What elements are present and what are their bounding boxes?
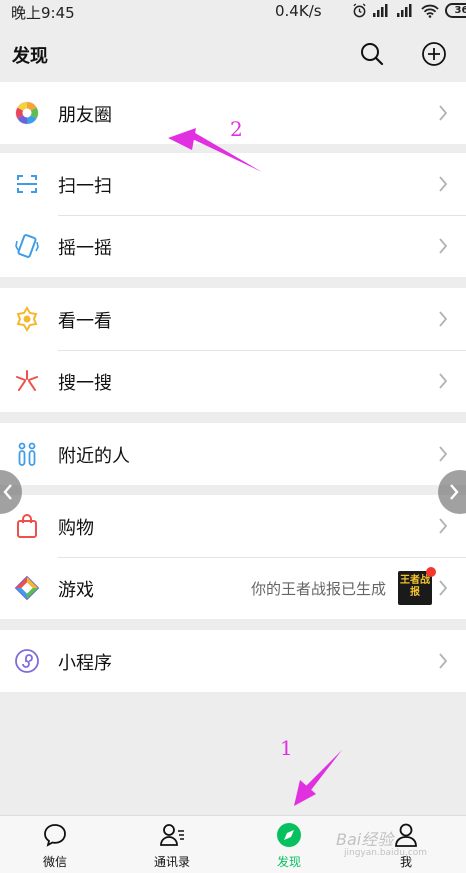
chat-bubble-icon <box>44 824 66 847</box>
tab-discover[interactable]: 发现 <box>249 816 329 873</box>
annotation-label-1: 1 <box>280 736 293 760</box>
watermark-url: jingyan.baidu.com <box>344 848 428 858</box>
discover-compass-icon <box>277 823 301 847</box>
tab-contacts[interactable]: 通讯录 <box>132 816 212 873</box>
contacts-icon <box>160 824 184 846</box>
tab-chats[interactable]: 微信 <box>15 816 95 873</box>
me-person-icon <box>395 823 417 847</box>
tab-label: 微信 <box>42 855 67 869</box>
annotation-label-2: 2 <box>230 117 243 141</box>
tab-bar: 微信 通讯录 发现 我 <box>0 815 466 873</box>
tab-label: 发现 <box>276 855 301 869</box>
tab-label: 通讯录 <box>153 855 190 869</box>
watermark: Bai经验 <box>336 830 394 849</box>
